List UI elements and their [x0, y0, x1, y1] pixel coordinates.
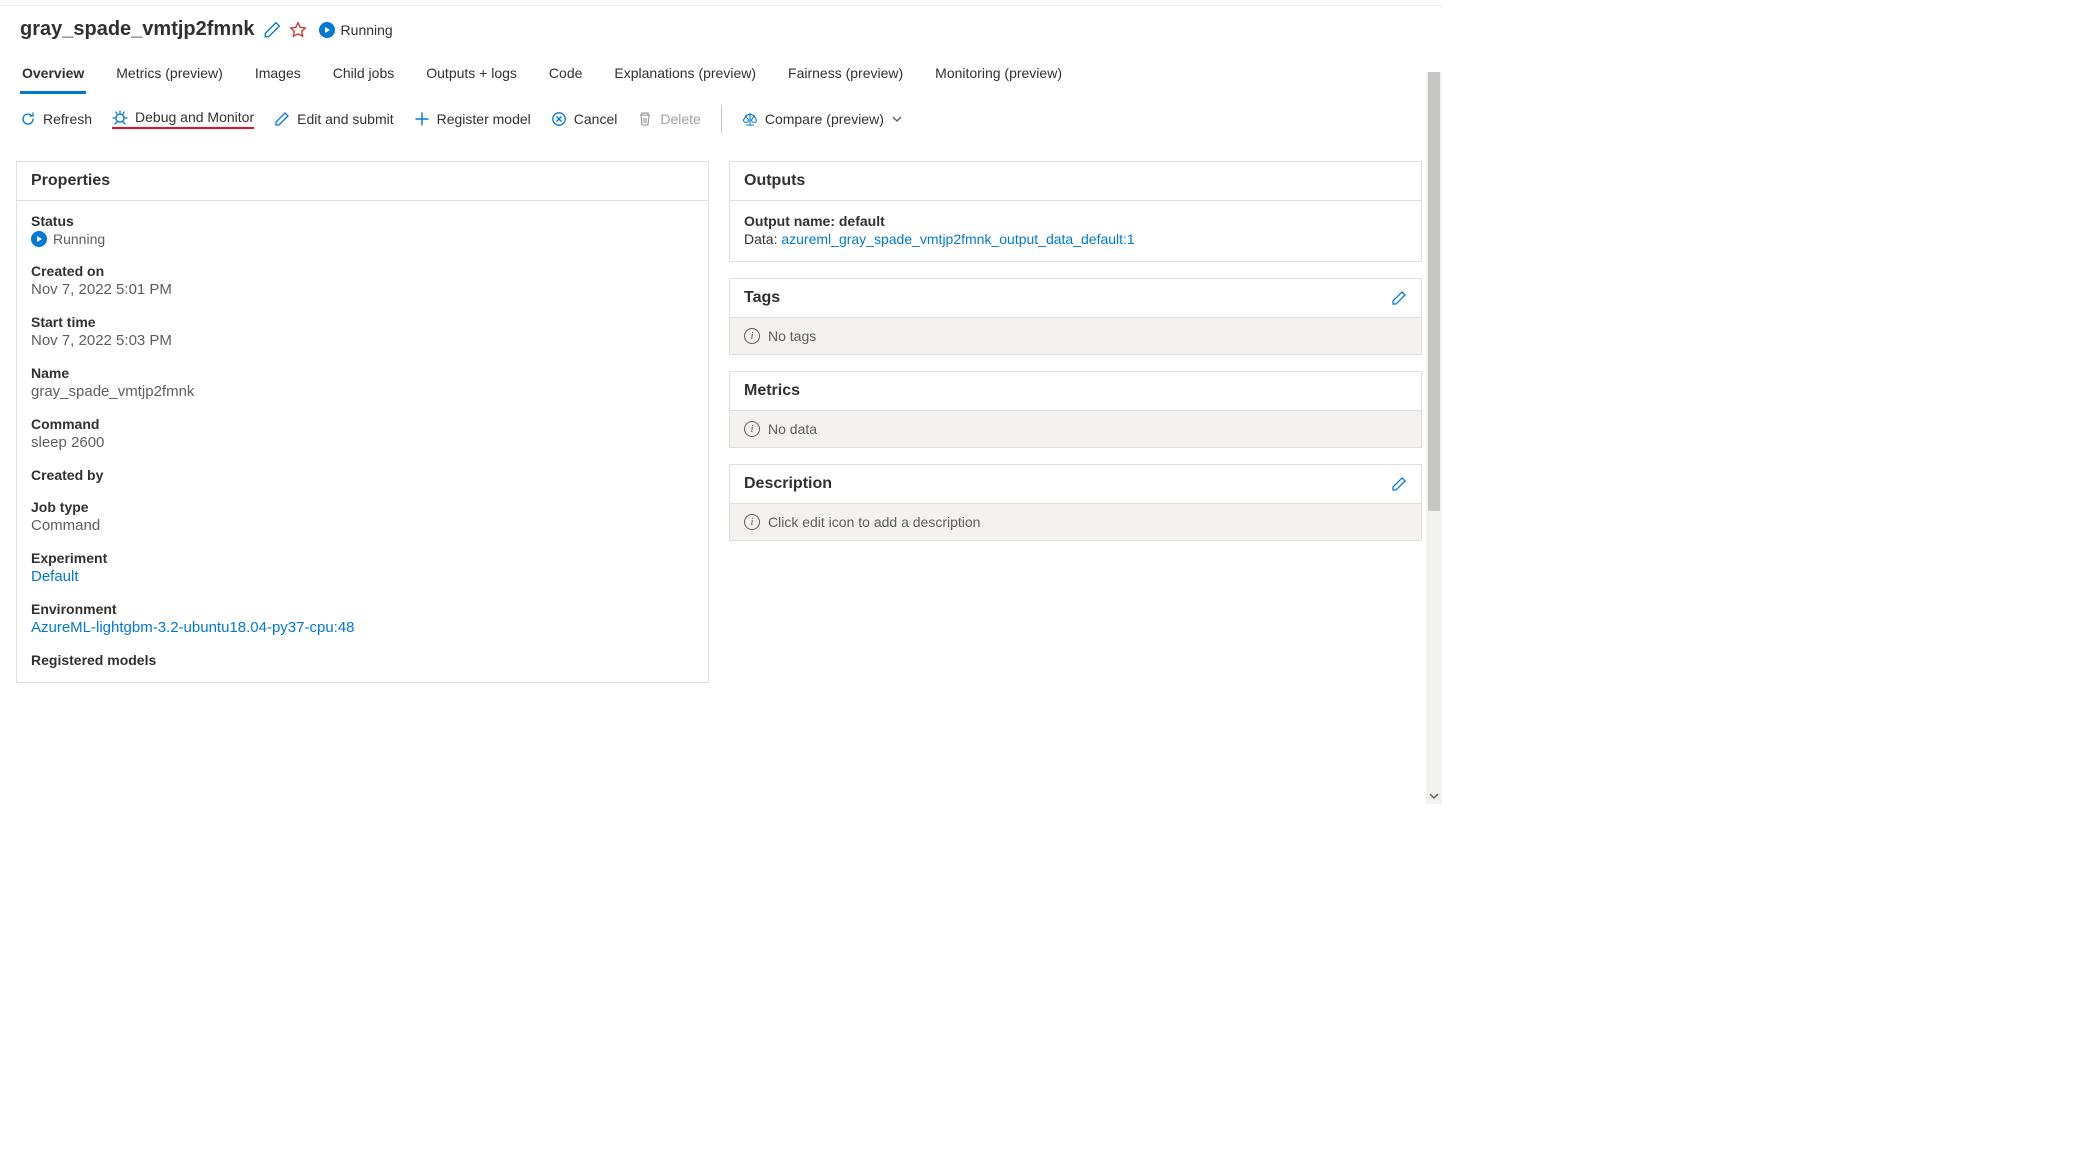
tab-overview[interactable]: Overview: [20, 55, 86, 94]
scrollbar-down-icon[interactable]: [1426, 788, 1442, 804]
outputs-header: Outputs: [730, 162, 1421, 201]
running-icon: [319, 22, 335, 38]
job-title: gray_spade_vmtjp2fmnk: [20, 18, 255, 41]
prop-status-value: Running: [31, 231, 694, 247]
metrics-header: Metrics: [730, 372, 1421, 411]
prop-createdon-value: Nov 7, 2022 5:01 PM: [31, 281, 694, 298]
properties-card: Properties Status Running Created on Nov…: [16, 161, 709, 683]
prop-experiment-label: Experiment: [31, 550, 694, 566]
info-icon: i: [744, 328, 760, 344]
output-name: Output name: default: [744, 213, 1407, 229]
prop-starttime-label: Start time: [31, 314, 694, 330]
delete-button[interactable]: Delete: [637, 111, 700, 127]
info-icon: i: [744, 514, 760, 530]
description-header: Description: [744, 475, 832, 493]
compare-button[interactable]: Compare (preview): [742, 111, 903, 127]
tags-card: Tags i No tags: [729, 278, 1422, 355]
refresh-button[interactable]: Refresh: [20, 111, 92, 127]
status-text: Running: [341, 22, 393, 38]
prop-jobtype-value: Command: [31, 517, 694, 534]
scrollbar[interactable]: [1426, 72, 1442, 804]
edit-description-icon[interactable]: [1391, 476, 1407, 492]
tab-monitoring[interactable]: Monitoring (preview): [933, 55, 1064, 94]
cancel-button[interactable]: Cancel: [551, 111, 618, 127]
tab-code[interactable]: Code: [547, 55, 584, 94]
refresh-icon: [20, 111, 36, 127]
trash-icon: [637, 111, 653, 127]
prop-name-label: Name: [31, 365, 694, 381]
toolbar: Refresh Debug and Monitor Edit and submi…: [0, 95, 1442, 143]
running-icon: [31, 231, 47, 247]
favorite-star-icon[interactable]: [289, 21, 307, 39]
output-data-link[interactable]: azureml_gray_spade_vmtjp2fmnk_output_dat…: [781, 231, 1134, 247]
tab-images[interactable]: Images: [253, 55, 303, 94]
prop-command-label: Command: [31, 416, 694, 432]
prop-command-value: sleep 2600: [31, 434, 694, 451]
debug-monitor-button[interactable]: Debug and Monitor: [112, 109, 254, 129]
tab-child-jobs[interactable]: Child jobs: [331, 55, 396, 94]
edit-submit-button[interactable]: Edit and submit: [274, 111, 394, 127]
tab-bar: Overview Metrics (preview) Images Child …: [0, 47, 1442, 95]
cancel-icon: [551, 111, 567, 127]
toolbar-divider: [721, 105, 722, 133]
prop-starttime-value: Nov 7, 2022 5:03 PM: [31, 332, 694, 349]
output-data-prefix: Data:: [744, 231, 781, 247]
scrollbar-thumb[interactable]: [1428, 72, 1440, 511]
prop-name-value: gray_spade_vmtjp2fmnk: [31, 383, 694, 400]
metrics-empty: No data: [768, 421, 817, 437]
properties-header: Properties: [17, 162, 708, 201]
prop-environment-value[interactable]: AzureML-lightgbm-3.2-ubuntu18.04-py37-cp…: [31, 619, 694, 636]
prop-createdon-label: Created on: [31, 263, 694, 279]
register-model-button[interactable]: Register model: [414, 111, 531, 127]
pencil-icon: [274, 111, 290, 127]
prop-jobtype-label: Job type: [31, 499, 694, 515]
status-badge: Running: [319, 22, 393, 38]
tab-fairness[interactable]: Fairness (preview): [786, 55, 905, 94]
prop-status-label: Status: [31, 213, 694, 229]
tab-outputs-logs[interactable]: Outputs + logs: [424, 55, 519, 94]
tags-header: Tags: [744, 289, 780, 307]
prop-experiment-value[interactable]: Default: [31, 568, 694, 585]
prop-environment-label: Environment: [31, 601, 694, 617]
tab-explanations[interactable]: Explanations (preview): [612, 55, 758, 94]
tags-empty: No tags: [768, 328, 816, 344]
edit-tags-icon[interactable]: [1391, 290, 1407, 306]
plus-icon: [414, 111, 430, 127]
chevron-down-icon: [891, 113, 903, 125]
edit-title-icon[interactable]: [263, 21, 281, 39]
prop-createdby-label: Created by: [31, 467, 694, 483]
bug-icon: [112, 109, 128, 125]
info-icon: i: [744, 421, 760, 437]
description-card: Description i Click edit icon to add a d…: [729, 464, 1422, 541]
metrics-card: Metrics i No data: [729, 371, 1422, 448]
description-empty: Click edit icon to add a description: [768, 514, 980, 530]
prop-registeredmodels-label: Registered models: [31, 652, 694, 668]
outputs-card: Outputs Output name: default Data: azure…: [729, 161, 1422, 262]
tab-metrics[interactable]: Metrics (preview): [114, 55, 225, 94]
scale-icon: [742, 111, 758, 127]
